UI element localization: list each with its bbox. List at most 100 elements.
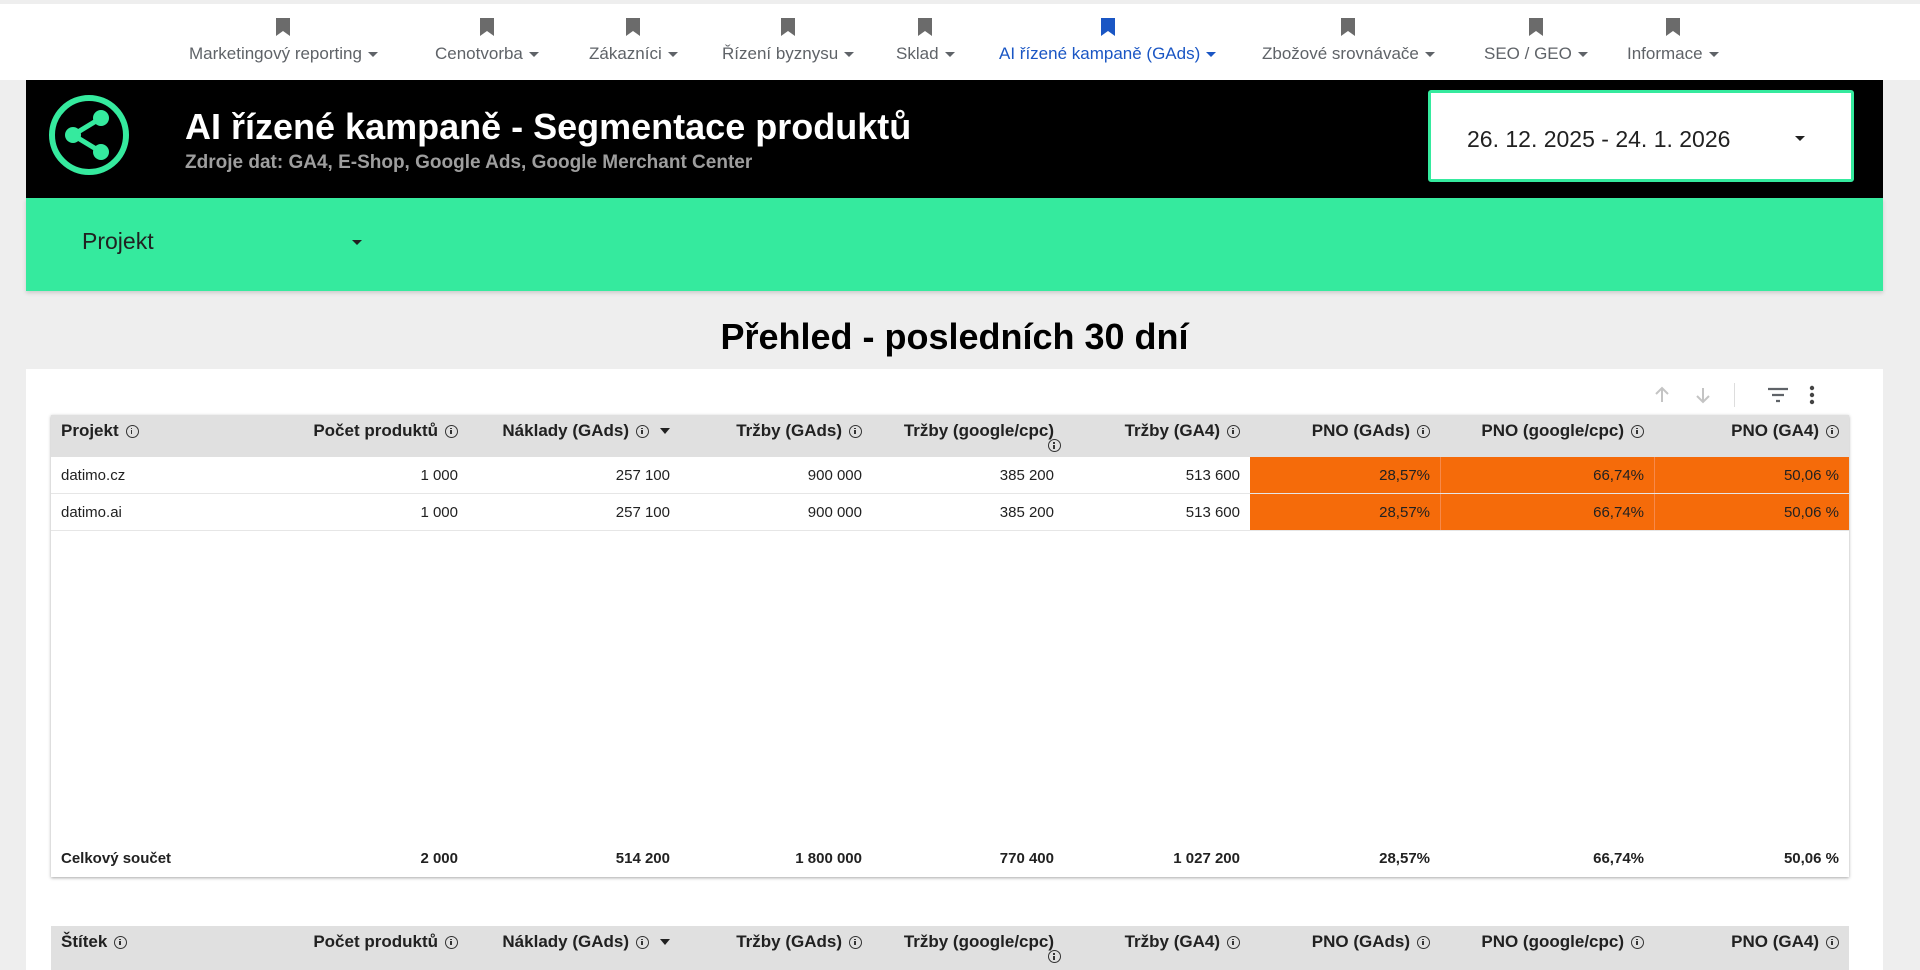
sort-descending-icon[interactable]: [1693, 385, 1713, 405]
table-cell: 1 000: [420, 466, 458, 484]
bookmark-icon: [479, 18, 494, 36]
bookmark-icon: [1341, 18, 1356, 36]
info-icon: [1417, 935, 1430, 949]
column-header-trzby-ga4[interactable]: Tržby (GA4): [1064, 415, 1250, 457]
column-header-pno-google-cpc[interactable]: PNO (google/cpc): [1440, 926, 1654, 968]
sort-ascending-icon[interactable]: [1652, 385, 1672, 405]
column-header-pno-gads[interactable]: PNO (GAds): [1250, 415, 1440, 457]
table-cell: 66,74%: [1440, 494, 1654, 530]
column-header-pocet-produktu[interactable]: Počet produktů: [241, 926, 468, 968]
nav-item-label: AI řízené kampaně (GAds): [999, 44, 1201, 63]
nav-item-sklad[interactable]: Sklad: [896, 4, 955, 84]
column-label: Tržby (GAds): [736, 421, 842, 440]
totals-cell: 2 000: [420, 849, 458, 867]
table-cell: 257 100: [615, 466, 670, 484]
filter-icon[interactable]: [1767, 386, 1789, 404]
nav-item-rizeni-byznysu[interactable]: Řízení byznysu: [722, 4, 855, 84]
column-label: PNO (GAds): [1311, 932, 1410, 951]
toolbar-divider: [1734, 383, 1735, 407]
column-label: Náklady (GAds): [502, 421, 629, 440]
column-header-pno-gads[interactable]: PNO (GAds): [1250, 926, 1440, 968]
table-cell: 50,06 %: [1654, 494, 1849, 530]
table-cell: 257 100: [615, 503, 670, 521]
column-header-stitek[interactable]: Štítek: [51, 926, 241, 968]
table-row[interactable]: datimo.cz 1 000 257 100 900 000 385 200 …: [51, 457, 1849, 494]
date-range-picker[interactable]: 26. 12. 2025 - 24. 1. 2026: [1428, 90, 1854, 182]
column-header-trzby-google-cpc[interactable]: Tržby (google/cpc): [872, 926, 1064, 968]
share-icon: [49, 95, 129, 175]
bookmark-icon: [1100, 18, 1115, 36]
nav-item-zbozove-srovnavace[interactable]: Zbožové srovnávače: [1262, 4, 1435, 84]
nav-item-label: Zákazníci: [589, 44, 662, 63]
totals-cell: 770 400: [999, 849, 1054, 867]
column-header-trzby-gads[interactable]: Tržby (GAds): [680, 415, 872, 457]
column-header-pno-ga4[interactable]: PNO (GA4): [1654, 415, 1849, 457]
column-header-pno-ga4[interactable]: PNO (GA4): [1654, 926, 1849, 968]
info-icon: [1417, 424, 1430, 438]
caret-down-icon: [1424, 51, 1435, 57]
nav-item-informace[interactable]: Informace: [1627, 4, 1719, 84]
column-label: PNO (google/cpc): [1481, 932, 1624, 951]
bookmark-icon: [1665, 18, 1680, 36]
column-header-naklady-gads[interactable]: Náklady (GAds): [468, 415, 680, 457]
nav-item-seo-geo[interactable]: SEO / GEO: [1484, 4, 1588, 84]
caret-down-icon: [944, 51, 955, 57]
column-header-naklady-gads[interactable]: Náklady (GAds): [468, 926, 680, 968]
column-header-trzby-ga4[interactable]: Tržby (GA4): [1064, 926, 1250, 968]
table-row[interactable]: datimo.ai 1 000 257 100 900 000 385 200 …: [51, 494, 1849, 531]
column-label: Tržby (GA4): [1124, 421, 1220, 440]
table-cell: 513 600: [1185, 466, 1240, 484]
table-cell: 50,06 %: [1654, 457, 1849, 493]
column-header-pno-google-cpc[interactable]: PNO (google/cpc): [1440, 415, 1654, 457]
caret-down-icon: [367, 51, 378, 57]
column-header-trzby-gads[interactable]: Tržby (GAds): [680, 926, 872, 968]
info-icon: [1227, 935, 1240, 949]
column-header-trzby-google-cpc[interactable]: Tržby (google/cpc): [872, 415, 1064, 457]
project-filter-dropdown[interactable]: Projekt: [82, 228, 362, 262]
column-label: PNO (GA4): [1731, 421, 1819, 440]
info-icon: [1631, 424, 1644, 438]
info-icon: [445, 424, 458, 438]
info-icon: [1048, 950, 1061, 963]
nav-item-label: SEO / GEO: [1484, 44, 1572, 63]
nav-item-cenotvorba[interactable]: Cenotvorba: [435, 4, 539, 84]
totals-cell: 1 027 200: [1173, 849, 1240, 867]
page-subtitle: Zdroje dat: GA4, E-Shop, Google Ads, Goo…: [185, 152, 753, 173]
totals-cell: 66,74%: [1593, 849, 1644, 867]
caret-down-icon: [1795, 136, 1805, 141]
nav-item-label: Marketingový reporting: [189, 44, 362, 63]
caret-down-icon: [667, 51, 678, 57]
totals-cell: Celkový součet: [61, 849, 172, 867]
info-icon: [849, 935, 862, 949]
column-header-pocet-produktu[interactable]: Počet produktů: [241, 415, 468, 457]
project-table: Projekt Počet produktů Náklady (GAds) Tr…: [51, 415, 1849, 877]
info-icon: [1227, 424, 1240, 438]
totals-cell: 1 800 000: [795, 849, 862, 867]
bookmark-icon: [1528, 18, 1543, 36]
label-table: Štítek Počet produktů Náklady (GAds) Trž…: [51, 926, 1849, 970]
nav-item-zakaznici[interactable]: Zákazníci: [589, 4, 678, 84]
table-totals-row: Celkový součet 2 000 514 200 1 800 000 7…: [51, 840, 1849, 876]
table-cell: 385 200: [999, 466, 1054, 484]
more-options-icon[interactable]: [1809, 385, 1815, 405]
table-cell: 1 000: [420, 503, 458, 521]
caret-down-icon: [352, 240, 362, 245]
column-label: Projekt: [61, 421, 119, 440]
nav-item-marketingovy-reporting[interactable]: Marketingový reporting: [189, 4, 378, 84]
column-label: PNO (GAds): [1311, 421, 1410, 440]
nav-item-label: Sklad: [896, 44, 939, 63]
info-icon: [636, 424, 649, 438]
column-label: PNO (GA4): [1731, 932, 1819, 951]
nav-item-ai-rizene-kampane[interactable]: AI řízené kampaně (GAds): [999, 4, 1217, 84]
info-icon: [1826, 935, 1839, 949]
caret-down-icon: [844, 51, 855, 57]
table-cell: datimo.ai: [61, 503, 122, 521]
column-label: Náklady (GAds): [502, 932, 629, 951]
bookmark-icon: [276, 18, 291, 36]
info-icon: [1631, 935, 1644, 949]
info-icon: [445, 935, 458, 949]
column-header-projekt[interactable]: Projekt: [51, 415, 241, 457]
bookmark-icon: [918, 18, 933, 36]
caret-down-icon: [528, 51, 539, 57]
column-label: Tržby (GA4): [1124, 932, 1220, 951]
